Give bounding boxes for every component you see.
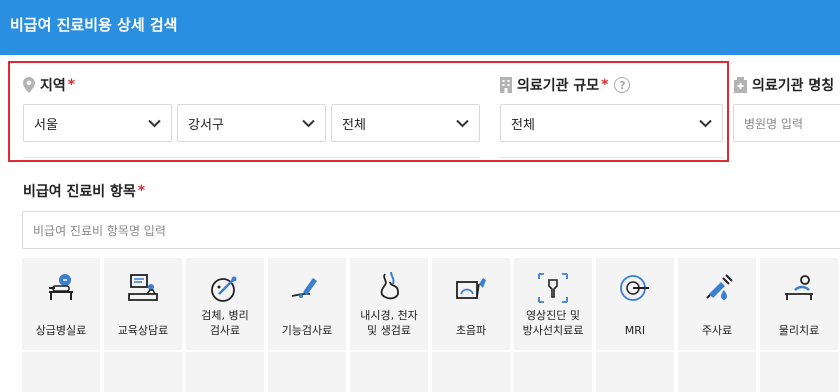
consultation-icon [104,270,182,306]
region-label: 지역 * [23,75,75,95]
required-mark: * [67,77,76,93]
region-label-text: 지역 [40,78,66,94]
injection-icon [678,270,756,306]
function-test-icon [268,270,346,306]
title-bar: 비급여 진료비용 상세 검색 [0,0,840,55]
scale-divider [500,157,723,158]
category-tile[interactable]: 상급병실료 [22,258,100,350]
mri-icon [596,270,674,306]
district-select-value: 강서구 [188,117,224,133]
category-tile[interactable]: 교육상담료 [104,258,182,350]
category-tile-partial [104,352,182,392]
help-icon[interactable]: ? [614,77,631,93]
building-icon [500,77,512,93]
category-tile-partial [22,352,100,392]
category-label: 주사료 [701,324,733,337]
chevron-down-icon [699,117,712,132]
physical-therapy-icon [760,270,838,306]
dong-select-value: 전체 [342,117,366,133]
item-search-placeholder: 비급여 진료비 항목명 입력 [33,223,166,238]
scale-select-value: 전체 [511,117,535,133]
specimen-icon [186,270,264,306]
category-tile[interactable]: 물리치료 [760,258,838,350]
district-select[interactable]: 강서구 [177,104,326,142]
category-tile[interactable]: 초음파 [432,258,510,350]
category-tile[interactable]: 기능검사료 [268,258,346,350]
item-search-input[interactable]: 비급여 진료비 항목명 입력 [22,211,840,249]
category-tile-partial [186,352,264,392]
category-label: 영상진단 및 방사선치료료 [522,309,584,337]
category-tile[interactable]: 영상진단 및 방사선치료료 [514,258,592,350]
hospital-bed-icon [22,270,100,306]
category-label: 초음파 [455,324,487,337]
item-label: 비급여 진료비 항목 * [23,181,145,201]
required-mark: * [137,183,146,199]
category-tile[interactable]: MRI [596,258,674,350]
page-title: 비급여 진료비용 상세 검색 [10,16,178,34]
category-tile-partial [432,352,510,392]
category-tile[interactable]: 주사료 [678,258,756,350]
endoscope-icon [350,270,428,306]
category-tile-partial [514,352,592,392]
scale-label-text: 의료기관 규모 [517,78,600,94]
scale-label: 의료기관 규모 * ? [500,75,631,95]
category-tile-partial [268,352,346,392]
city-select-value: 서울 [34,117,58,133]
city-select[interactable]: 서울 [23,104,172,142]
category-tile[interactable]: 검체, 병리 검사료 [186,258,264,350]
region-divider [23,157,480,158]
category-label: 기능검사료 [281,324,333,337]
hospital-name-input[interactable]: 병원명 입력 [733,104,840,142]
hospital-icon [734,77,747,93]
category-label: MRI [624,324,646,337]
category-label: 물리치료 [778,324,820,337]
chevron-down-icon [148,117,161,132]
required-mark: * [601,77,609,93]
category-label: 검체, 병리 검사료 [201,309,249,337]
name-label: 의료기관 명칭 [734,75,834,95]
category-label: 교육상담료 [117,324,169,337]
category-label: 내시경, 천자 및 생검료 [360,309,418,337]
chevron-down-icon [302,117,315,132]
name-label-text: 의료기관 명칭 [752,78,835,94]
scale-select[interactable]: 전체 [500,104,723,142]
chevron-down-icon [456,117,469,132]
hospital-name-placeholder: 병원명 입력 [744,116,804,131]
category-tile-partial [350,352,428,392]
dong-select[interactable]: 전체 [331,104,480,142]
category-tile-partial [596,352,674,392]
item-label-text: 비급여 진료비 항목 [23,184,136,200]
ultrasound-icon [432,270,510,306]
category-label: 상급병실료 [35,324,87,337]
category-tile-partial [678,352,756,392]
radiology-icon [514,270,592,306]
category-tile[interactable]: 내시경, 천자 및 생검료 [350,258,428,350]
category-tile-partial [760,352,838,392]
location-pin-icon [23,77,35,93]
